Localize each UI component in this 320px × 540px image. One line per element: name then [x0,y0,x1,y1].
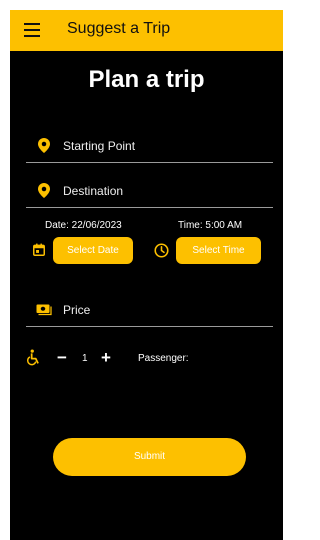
app-bar: Suggest a Trip [10,10,283,51]
location-pin-icon [38,183,50,198]
time-label: Time: 5:00 AM [178,220,243,231]
hamburger-menu-icon[interactable] [24,23,40,37]
clock-icon[interactable] [154,243,169,258]
increase-passengers-button[interactable]: + [101,348,111,368]
destination-field[interactable]: Destination [26,173,273,208]
passenger-row: − 1 + Passenger: [10,347,283,371]
page-title: Plan a trip [88,66,205,93]
starting-point-field[interactable]: Starting Point [26,128,273,163]
date-label: Date: 22/06/2023 [45,220,122,231]
app-bar-title: Suggest a Trip [67,20,171,37]
select-time-button[interactable]: Select Time [176,237,261,264]
decrease-passengers-button[interactable]: − [57,348,67,368]
price-field[interactable]: Price [26,292,273,327]
submit-button[interactable]: Submit [53,438,246,476]
wheelchair-accessible-icon [27,349,39,366]
passenger-label: Passenger: [138,353,189,364]
destination-label: Destination [63,184,124,198]
phone-screen: Suggest a Trip Plan a trip Starting Poin… [10,10,283,540]
cash-icon [36,304,52,316]
select-date-button[interactable]: Select Date [53,237,133,264]
calendar-icon[interactable] [32,243,46,257]
passenger-count: 1 [82,353,88,364]
starting-point-label: Starting Point [63,139,136,153]
location-pin-icon [38,138,50,153]
price-label: Price [63,303,91,317]
